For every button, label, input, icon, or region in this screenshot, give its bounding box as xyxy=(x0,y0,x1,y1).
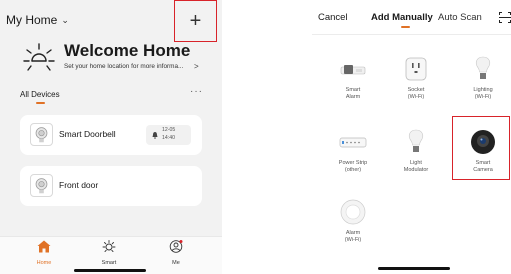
device-socket-wifi[interactable]: Socket (Wi-Fi) xyxy=(391,55,441,101)
tab-smart[interactable]: Smart xyxy=(89,240,129,266)
socket-device-icon xyxy=(402,55,430,83)
device-label: Lighting xyxy=(473,87,493,93)
bell-icon xyxy=(152,132,158,139)
device-alarm-wifi[interactable]: Alarm (Wi-Fi) xyxy=(328,198,378,244)
device-smart-camera[interactable]: Smart Camera xyxy=(458,128,508,174)
tab-label: Me xyxy=(172,260,180,266)
device-card-smart-doorbell[interactable]: Smart Doorbell 12-05 14:40 xyxy=(20,115,202,155)
home-selector-label: My Home xyxy=(6,13,58,27)
chevron-down-icon: ⌄ xyxy=(61,14,69,25)
add-device-button[interactable]: + xyxy=(174,0,217,42)
device-light-modulator[interactable]: Light Modulator xyxy=(391,128,441,174)
alarm-device-icon xyxy=(339,198,367,226)
power-strip-device-icon xyxy=(339,128,367,156)
device-label-line2: (Wi-Fi) xyxy=(474,94,492,100)
device-label: Smart xyxy=(345,87,361,93)
chevron-right-icon: > xyxy=(194,62,199,71)
plus-icon: + xyxy=(189,9,202,32)
tab-label: Smart xyxy=(101,260,117,266)
device-smart-alarm[interactable]: Smart Alarm xyxy=(328,55,378,101)
badge-date: 12-05 xyxy=(162,127,176,133)
device-label: Power Strip xyxy=(338,160,368,166)
device-label: Smart xyxy=(475,160,491,166)
tab-auto-scan[interactable]: Auto Scan xyxy=(438,12,482,23)
more-icon[interactable]: ··· xyxy=(190,86,203,97)
device-label-line2: Alarm xyxy=(345,94,361,100)
add-device-screen: Cancel Add Manually Auto Scan Smart Alar… xyxy=(312,0,511,274)
camera-device-icon xyxy=(30,174,53,197)
camera-device-icon xyxy=(469,128,497,156)
device-label-line2: (Wi-Fi) xyxy=(344,237,362,243)
device-label-line2: (other) xyxy=(344,167,362,173)
bulb-device-icon xyxy=(469,55,497,83)
sun-icon xyxy=(23,43,55,71)
device-lighting-wifi[interactable]: Lighting (Wi-Fi) xyxy=(458,55,508,101)
sun-icon xyxy=(102,240,116,252)
device-power-strip[interactable]: Power Strip (other) xyxy=(328,128,378,174)
device-label: Alarm xyxy=(345,230,361,236)
camera-device-icon xyxy=(30,123,53,146)
home-header: My Home ⌄ + xyxy=(0,0,222,42)
active-tab-indicator xyxy=(36,102,45,104)
tab-add-manually[interactable]: Add Manually xyxy=(371,12,433,23)
event-badge: 12-05 14:40 xyxy=(146,125,191,145)
device-name: Smart Doorbell xyxy=(59,129,116,139)
device-card-front-door[interactable]: Front door xyxy=(20,166,202,206)
welcome-title: Welcome Home xyxy=(64,41,191,60)
device-label-line2: Camera xyxy=(473,167,493,173)
tab-home[interactable]: Home xyxy=(24,240,64,266)
add-device-header: Cancel Add Manually Auto Scan xyxy=(312,0,511,34)
profile-icon xyxy=(169,240,183,253)
device-label-line2: (Wi-Fi) xyxy=(407,94,425,100)
scan-icon[interactable] xyxy=(499,12,511,23)
home-selector[interactable]: My Home ⌄ xyxy=(6,13,69,27)
welcome-subtitle: Set your home location for more informa.… xyxy=(64,63,184,70)
alarm-device-icon xyxy=(339,55,367,83)
home-screen: My Home ⌄ + Welcome Home Set your home l… xyxy=(0,0,222,274)
cancel-button[interactable]: Cancel xyxy=(318,12,348,23)
device-label: Light xyxy=(410,160,422,166)
welcome-banner[interactable]: Welcome Home Set your home location for … xyxy=(22,41,217,79)
device-label: Socket xyxy=(407,87,425,93)
badge-time: 14:40 xyxy=(162,135,175,141)
divider xyxy=(312,34,511,35)
home-indicator xyxy=(74,269,146,272)
bulb-device-icon xyxy=(402,128,430,156)
home-icon xyxy=(37,240,51,253)
home-indicator xyxy=(378,267,450,270)
tab-label: Home xyxy=(36,260,52,266)
device-label-line2: Modulator xyxy=(403,167,429,173)
tab-all-devices[interactable]: All Devices xyxy=(20,90,60,99)
device-name: Front door xyxy=(59,180,99,190)
active-tab-indicator xyxy=(401,26,410,28)
tab-me[interactable]: Me xyxy=(156,240,196,266)
